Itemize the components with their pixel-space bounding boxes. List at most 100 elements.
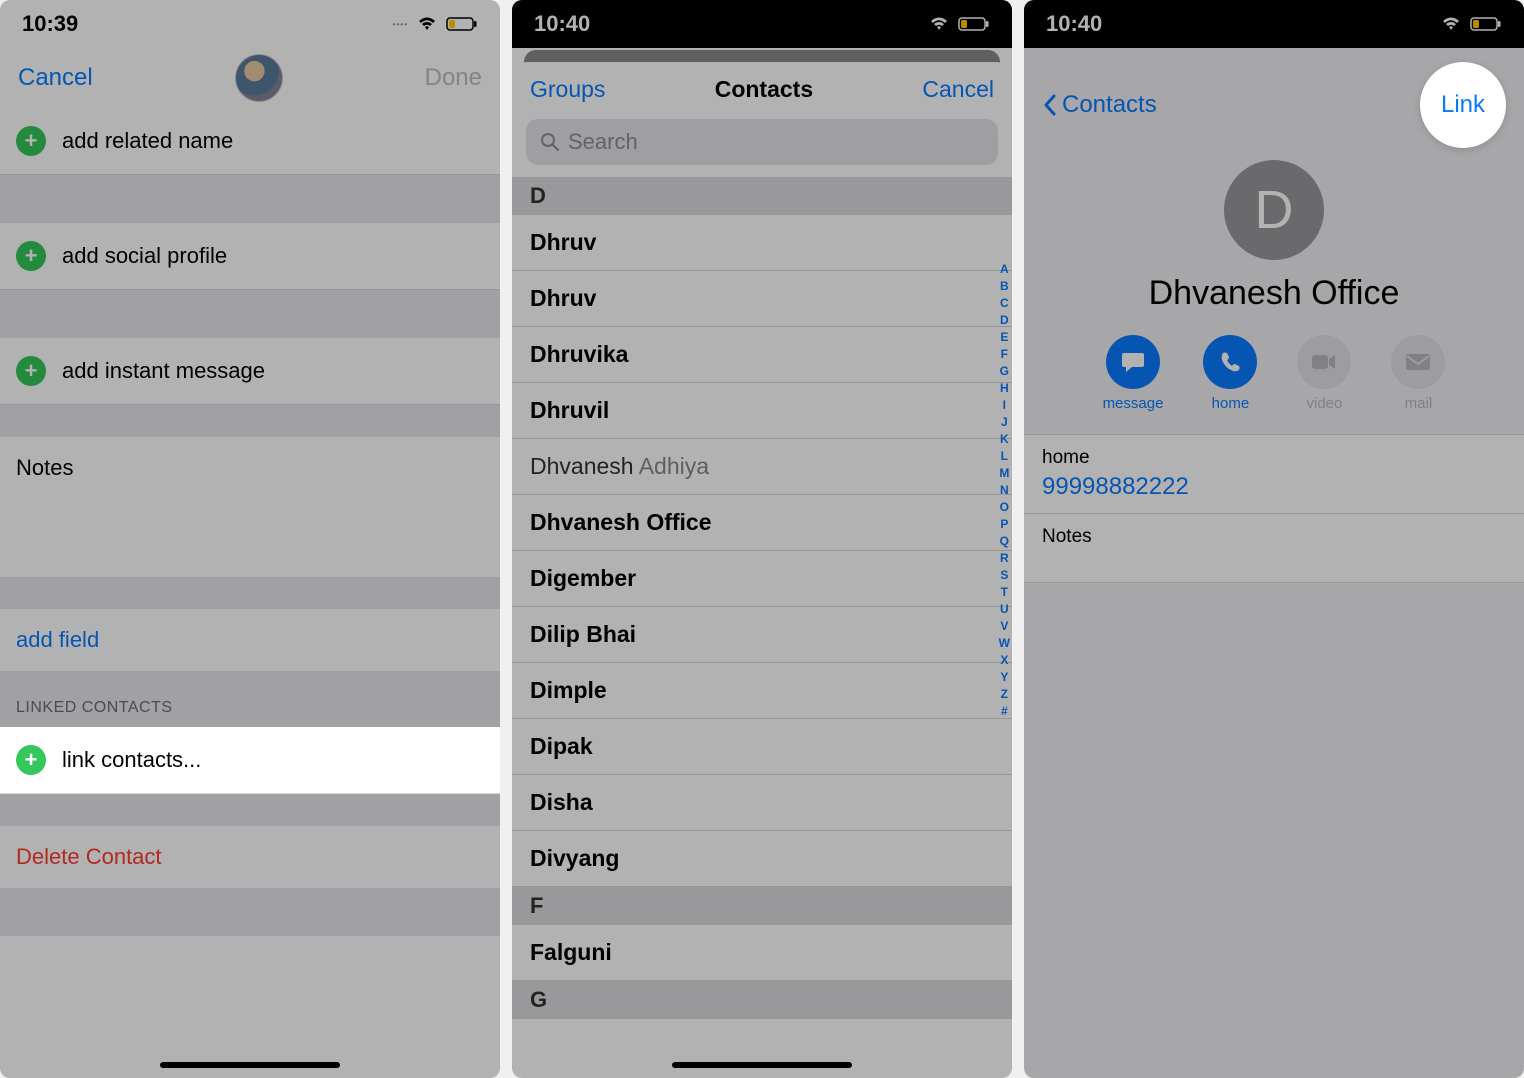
contact-row[interactable]: Falguni bbox=[512, 925, 1012, 981]
edit-header: Cancel Done bbox=[0, 48, 500, 108]
index-letter[interactable]: F bbox=[999, 347, 1010, 361]
index-letter[interactable]: A bbox=[999, 262, 1010, 276]
clock: 10:40 bbox=[534, 11, 590, 37]
index-letter[interactable]: R bbox=[999, 551, 1010, 565]
link-contacts-row[interactable]: + link contacts... bbox=[0, 727, 500, 794]
index-letter[interactable]: P bbox=[999, 517, 1010, 531]
row-label: add social profile bbox=[62, 243, 227, 269]
index-letter[interactable]: N bbox=[999, 483, 1010, 497]
done-button[interactable]: Done bbox=[425, 64, 482, 92]
battery-icon bbox=[1470, 16, 1502, 32]
index-letter[interactable]: G bbox=[999, 364, 1010, 378]
index-letter[interactable]: U bbox=[999, 602, 1010, 616]
plus-icon: + bbox=[16, 241, 46, 271]
phone-label: home bbox=[1042, 447, 1506, 469]
link-button[interactable]: Link bbox=[1420, 62, 1506, 148]
status-bar: 10:39 •••• bbox=[0, 0, 500, 48]
index-letter[interactable]: C bbox=[999, 296, 1010, 310]
index-letter[interactable]: J bbox=[999, 415, 1010, 429]
phone-icon bbox=[1203, 335, 1257, 389]
add-social-profile-row[interactable]: + add social profile bbox=[0, 223, 500, 290]
home-indicator[interactable] bbox=[160, 1062, 340, 1068]
wifi-icon bbox=[928, 16, 950, 32]
contact-row[interactable]: Dhruvika bbox=[512, 327, 1012, 383]
notes-field[interactable]: Notes bbox=[0, 437, 500, 577]
plus-icon: + bbox=[16, 126, 46, 156]
contact-row[interactable]: Dipak bbox=[512, 719, 1012, 775]
index-section-d: D bbox=[512, 177, 1012, 215]
contact-row[interactable]: Dimple bbox=[512, 663, 1012, 719]
contact-row[interactable]: Disha bbox=[512, 775, 1012, 831]
cancel-button[interactable]: Cancel bbox=[18, 64, 93, 92]
mail-icon bbox=[1391, 335, 1445, 389]
call-action[interactable]: home bbox=[1203, 335, 1257, 412]
clock: 10:39 bbox=[22, 11, 78, 37]
add-field-row[interactable]: add field bbox=[0, 609, 500, 671]
chevron-left-icon bbox=[1042, 93, 1058, 117]
contact-row-selected[interactable]: Dhvanesh Office bbox=[512, 495, 1012, 551]
index-letter[interactable]: B bbox=[999, 279, 1010, 293]
plus-icon: + bbox=[16, 356, 46, 386]
video-icon bbox=[1297, 335, 1351, 389]
search-input[interactable]: Search bbox=[526, 119, 998, 165]
home-indicator[interactable] bbox=[672, 1062, 852, 1068]
wifi-icon bbox=[1440, 16, 1462, 32]
groups-button[interactable]: Groups bbox=[530, 76, 605, 103]
contact-row-grayed: Dhvanesh Adhiya bbox=[512, 439, 1012, 495]
index-section-g: G bbox=[512, 981, 1012, 1019]
contact-row[interactable]: Dhruvil bbox=[512, 383, 1012, 439]
index-letter[interactable]: H bbox=[999, 381, 1010, 395]
notes-label: Notes bbox=[1042, 526, 1506, 548]
contact-name: Dhvanesh Office bbox=[1024, 274, 1524, 313]
index-letter[interactable]: S bbox=[999, 568, 1010, 582]
index-letter[interactable]: E bbox=[999, 330, 1010, 344]
phone-field[interactable]: home 99998882222 bbox=[1024, 434, 1524, 514]
contact-header: Contacts Link bbox=[1024, 48, 1524, 154]
plus-icon: + bbox=[16, 745, 46, 775]
index-letter[interactable]: W bbox=[999, 636, 1010, 650]
search-icon bbox=[540, 132, 560, 152]
index-letter[interactable]: I bbox=[999, 398, 1010, 412]
contact-avatar[interactable] bbox=[235, 54, 283, 102]
delete-contact-row[interactable]: Delete Contact bbox=[0, 826, 500, 888]
message-action[interactable]: message bbox=[1103, 335, 1164, 412]
index-letter[interactable]: T bbox=[999, 585, 1010, 599]
action-label: video bbox=[1307, 395, 1343, 412]
index-letter[interactable]: M bbox=[999, 466, 1010, 480]
add-instant-message-row[interactable]: + add instant message bbox=[0, 338, 500, 405]
action-label: home bbox=[1212, 395, 1250, 412]
contact-row[interactable]: Dilip Bhai bbox=[512, 607, 1012, 663]
linked-contacts-section: LINKED CONTACTS bbox=[0, 671, 500, 727]
contact-row[interactable]: Dhruv bbox=[512, 271, 1012, 327]
index-letter[interactable]: # bbox=[999, 704, 1010, 718]
battery-icon bbox=[446, 16, 478, 32]
contact-row[interactable]: Digember bbox=[512, 551, 1012, 607]
status-bar: 10:40 bbox=[512, 0, 1012, 48]
phone-number[interactable]: 99998882222 bbox=[1042, 473, 1506, 501]
status-bar: 10:40 bbox=[1024, 0, 1524, 48]
index-letter[interactable]: Y bbox=[999, 670, 1010, 684]
index-letter[interactable]: V bbox=[999, 619, 1010, 633]
index-letter[interactable]: X bbox=[999, 653, 1010, 667]
screen-edit-contact: 10:39 •••• Cancel Done + add related nam… bbox=[0, 0, 500, 1078]
alpha-index[interactable]: ABCDEFGHIJKLMNOPQRSTUVWXYZ # bbox=[999, 262, 1010, 718]
index-letter[interactable]: Z bbox=[999, 687, 1010, 701]
action-label: message bbox=[1103, 395, 1164, 412]
row-label: add related name bbox=[62, 128, 233, 154]
index-letter[interactable]: K bbox=[999, 432, 1010, 446]
cancel-button[interactable]: Cancel bbox=[922, 76, 994, 103]
mail-action: mail bbox=[1391, 335, 1445, 412]
add-related-name-row[interactable]: + add related name bbox=[0, 108, 500, 175]
index-letter[interactable]: Q bbox=[999, 534, 1010, 548]
back-button[interactable]: Contacts bbox=[1042, 91, 1157, 119]
wifi-icon bbox=[416, 16, 438, 32]
notes-field[interactable]: Notes bbox=[1024, 513, 1524, 583]
row-label: add instant message bbox=[62, 358, 265, 384]
picker-title: Contacts bbox=[715, 76, 813, 103]
index-letter[interactable]: D bbox=[999, 313, 1010, 327]
index-letter[interactable]: O bbox=[999, 500, 1010, 514]
contact-row[interactable]: Divyang bbox=[512, 831, 1012, 887]
contact-row[interactable]: Dhruv bbox=[512, 215, 1012, 271]
row-label: link contacts... bbox=[62, 747, 201, 773]
index-letter[interactable]: L bbox=[999, 449, 1010, 463]
